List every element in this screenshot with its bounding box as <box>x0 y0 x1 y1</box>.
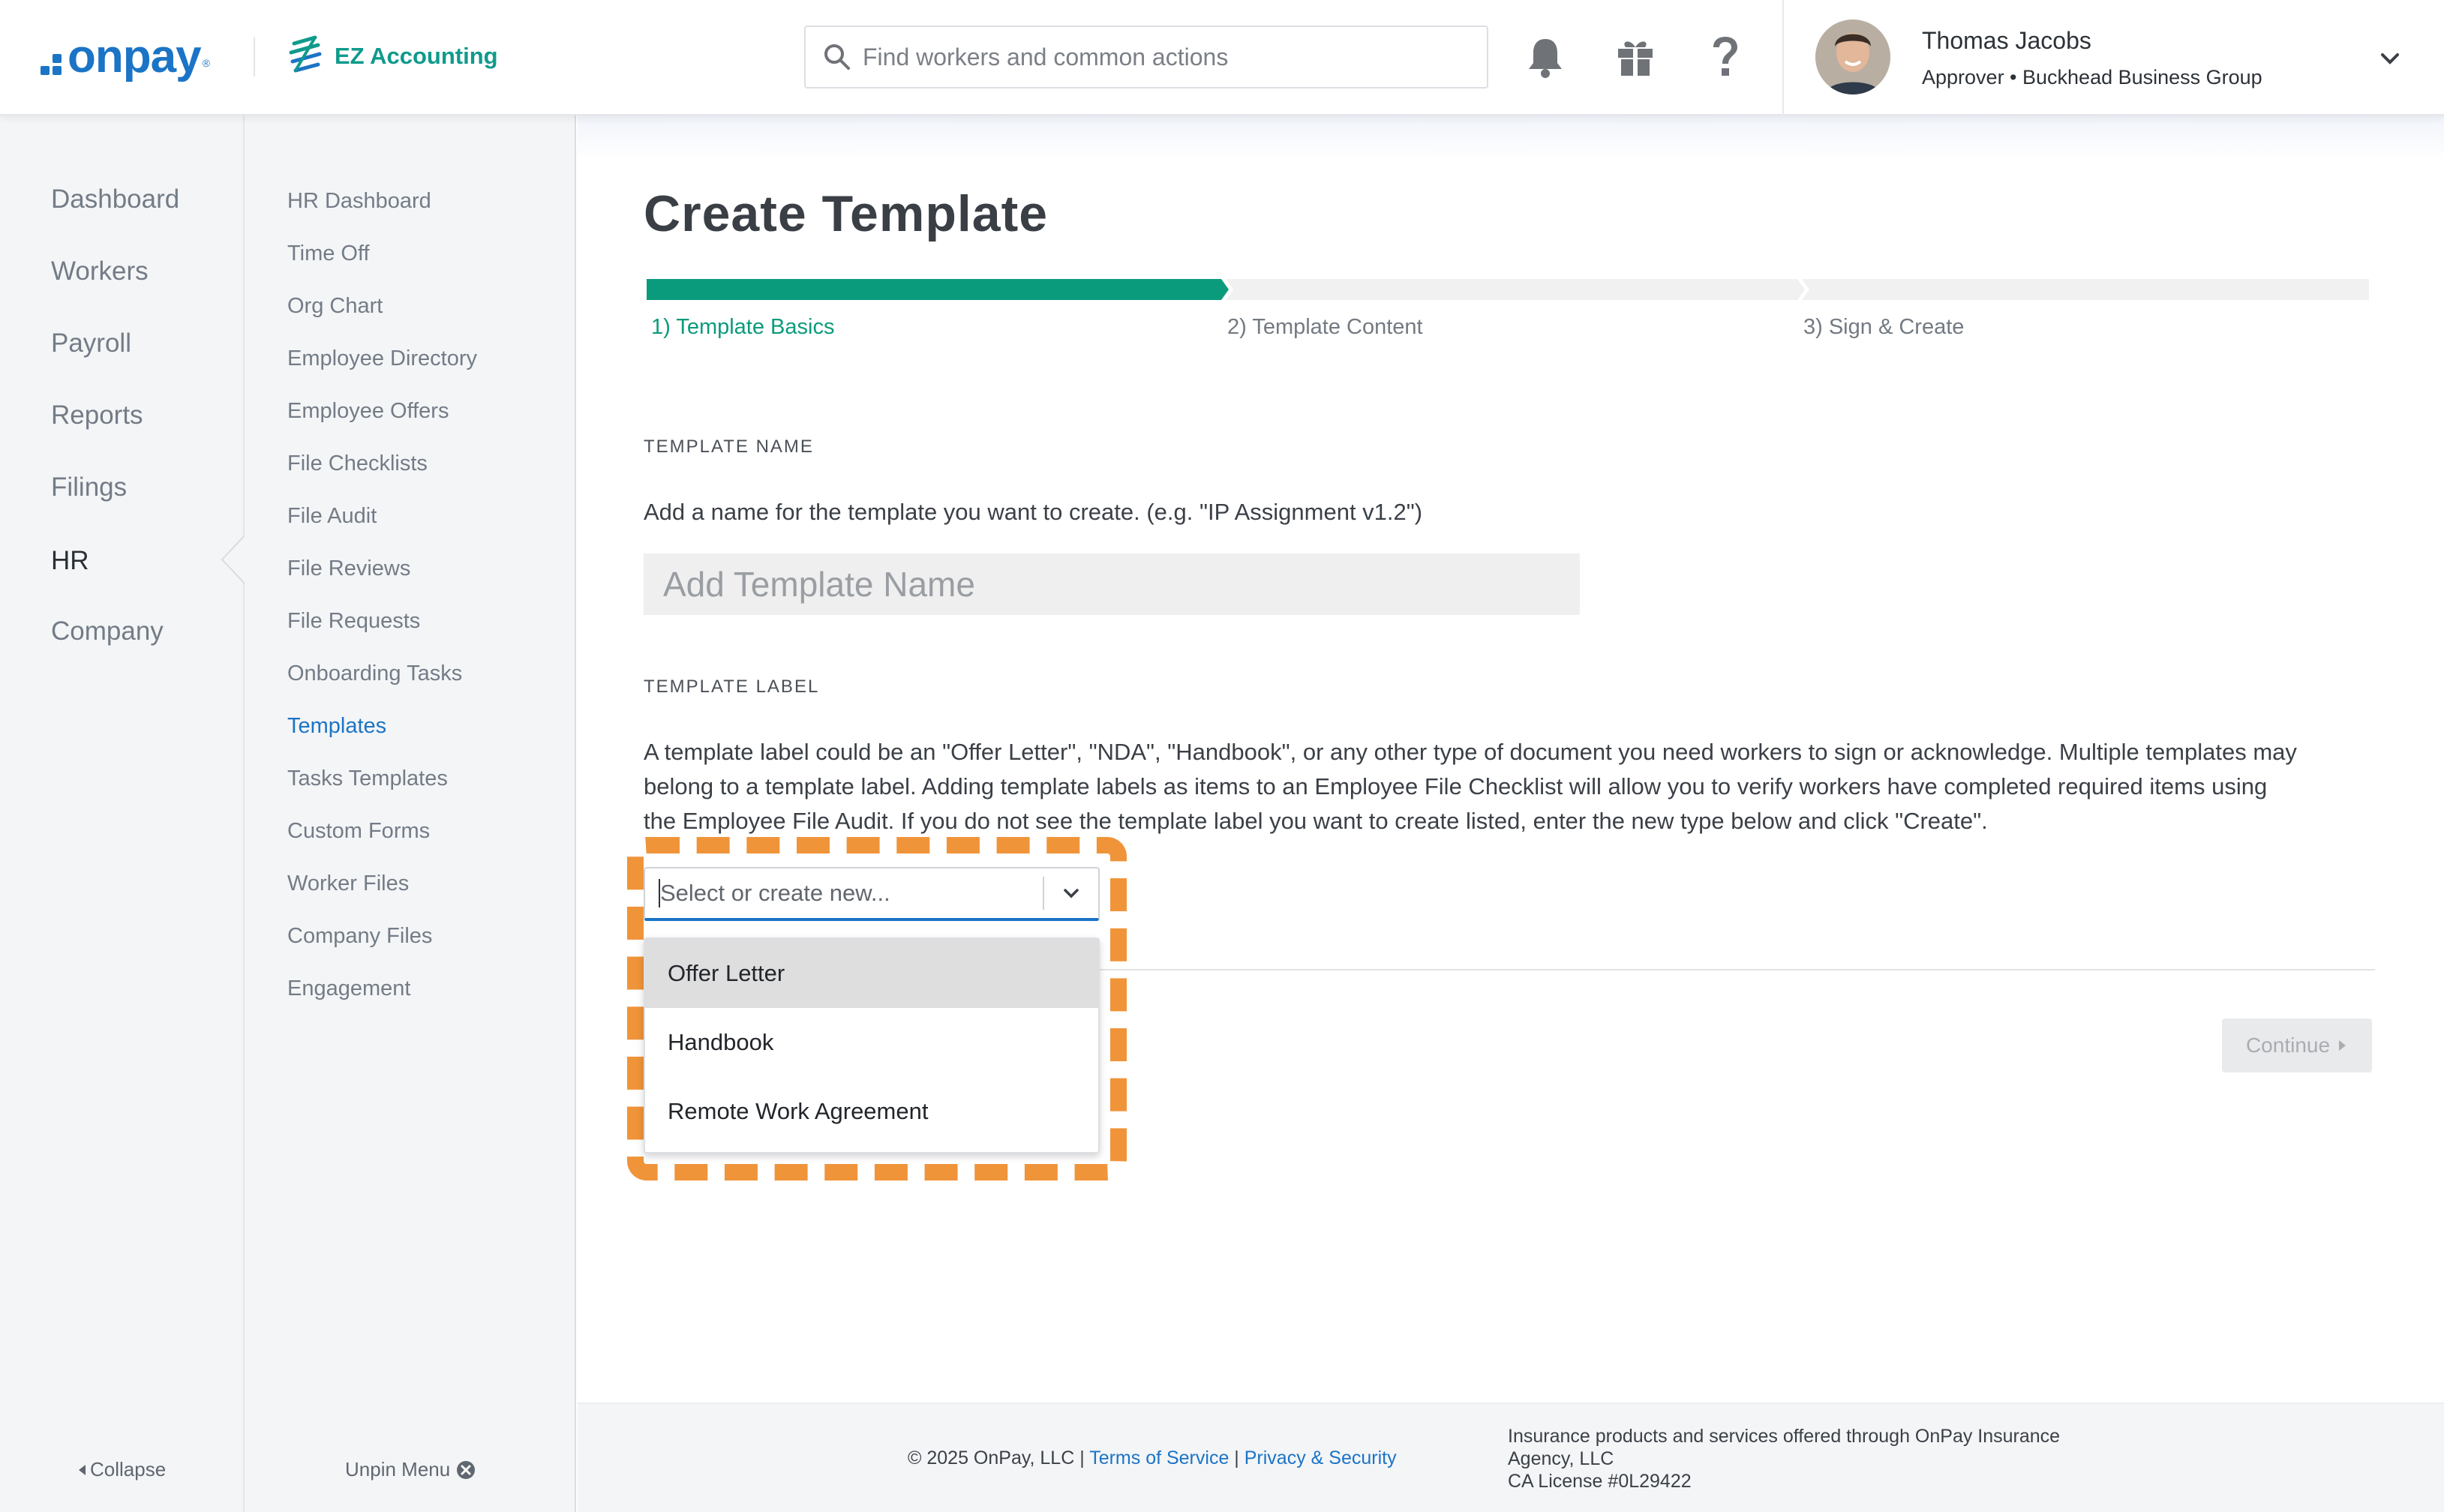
nav-dashboard[interactable]: Dashboard <box>51 184 179 214</box>
onpay-logo-reg: ® <box>202 57 210 69</box>
nav-payroll[interactable]: Payroll <box>51 328 131 358</box>
chevron-down-icon[interactable] <box>2376 45 2403 72</box>
onpay-logo[interactable]: onpay ® <box>41 30 210 82</box>
main-top-shade <box>578 116 2444 160</box>
subnav-file-requests[interactable]: File Requests <box>287 609 420 634</box>
close-circle-icon <box>457 1460 476 1479</box>
user-role: Approver • Buckhead Business Group <box>1922 66 2262 88</box>
footer-copyright: © 2025 OnPay, LLC | Terms of Service | P… <box>908 1448 1397 1469</box>
privacy-link[interactable]: Privacy & Security <box>1245 1448 1397 1468</box>
form-divider <box>1098 969 2375 970</box>
template-name-input[interactable] <box>644 554 1580 615</box>
ez-accounting-logo-icon <box>289 35 322 73</box>
subnav-file-checklists[interactable]: File Checklists <box>287 452 428 476</box>
template-name-heading: TEMPLATE NAME <box>644 436 814 457</box>
template-label-select[interactable]: Select or create new... <box>644 867 1100 921</box>
user-photo <box>1815 20 1890 94</box>
user-name: Thomas Jacobs <box>1922 27 2091 54</box>
subnav-file-reviews[interactable]: File Reviews <box>287 556 410 581</box>
nav-workers[interactable]: Workers <box>51 256 149 286</box>
continue-button[interactable]: Continue <box>2222 1018 2372 1072</box>
insurance-disclaimer: Insurance products and services offered … <box>1508 1425 2060 1492</box>
step-template-content: 2) Template Content <box>1227 315 1423 339</box>
subnav-onboarding-tasks[interactable]: Onboarding Tasks <box>287 662 462 686</box>
chevron-down-icon <box>1064 889 1079 898</box>
subnav-engagement[interactable]: Engagement <box>287 976 410 1001</box>
progress-stepper <box>647 279 2369 300</box>
unpin-menu-button[interactable]: Unpin Menu <box>345 1458 476 1481</box>
search-input[interactable] <box>863 43 1463 71</box>
bell-icon <box>1529 39 1562 78</box>
partner-logo: EZ Accounting <box>285 33 498 80</box>
step-sign-create: 3) Sign & Create <box>1803 315 1965 339</box>
insurance-line-2: Agency, LLC <box>1508 1448 1614 1469</box>
primary-sidebar <box>0 116 245 1512</box>
option-offer-letter[interactable]: Offer Letter <box>645 939 1098 1008</box>
terms-link[interactable]: Terms of Service <box>1089 1448 1229 1468</box>
page-title: Create Template <box>644 185 1049 242</box>
option-handbook[interactable]: Handbook <box>645 1008 1098 1077</box>
secondary-sidebar <box>245 116 576 1512</box>
partner-logo-text: EZ Accounting <box>335 43 498 69</box>
select-toggle[interactable] <box>1044 868 1098 919</box>
subnav-org-chart[interactable]: Org Chart <box>287 294 383 319</box>
option-remote-work-agreement[interactable]: Remote Work Agreement <box>645 1077 1098 1146</box>
onpay-logo-text: onpay <box>68 30 202 82</box>
subnav-employee-directory[interactable]: Employee Directory <box>287 346 477 371</box>
caret-right-icon <box>2339 1040 2346 1051</box>
nav-hr[interactable]: HR <box>51 546 89 576</box>
collapse-button[interactable]: Collapse <box>77 1458 166 1481</box>
logo-divider <box>254 38 255 76</box>
subnav-templates[interactable]: Templates <box>287 714 386 739</box>
insurance-line-1: Insurance products and services offered … <box>1508 1426 2061 1447</box>
collapse-label: Collapse <box>90 1458 167 1480</box>
search-icon <box>824 44 850 70</box>
template-label-options: Offer Letter Handbook Remote Work Agreem… <box>644 938 1100 1154</box>
onpay-logo-dots <box>41 54 62 75</box>
subnav-employee-offers[interactable]: Employee Offers <box>287 399 449 424</box>
template-label-help-line1: A template label could be an "Offer Lett… <box>644 739 2297 765</box>
footer-separator: | <box>1229 1448 1245 1468</box>
copyright-text: © 2025 OnPay, LLC | <box>908 1448 1090 1468</box>
template-label-help-line2: belong to a template label. Adding templ… <box>644 773 2268 800</box>
nav-company[interactable]: Company <box>51 616 164 646</box>
search-box[interactable] <box>804 26 1488 88</box>
subnav-file-audit[interactable]: File Audit <box>287 504 377 529</box>
continue-label: Continue <box>2245 1034 2331 1057</box>
help-button[interactable] <box>1703 34 1748 80</box>
subnav-tasks-templates[interactable]: Tasks Templates <box>287 766 448 791</box>
top-header: onpay ® EZ Accounting Find workers and c… <box>0 0 2444 116</box>
caret-left-icon <box>79 1464 86 1475</box>
gift-button[interactable] <box>1613 34 1658 80</box>
template-label-select-placeholder[interactable]: Select or create new... <box>660 880 1043 907</box>
gift-icon <box>1618 41 1653 77</box>
subnav-time-off[interactable]: Time Off <box>287 242 370 266</box>
notifications-button[interactable] <box>1523 34 1568 80</box>
header-separator <box>1782 0 1784 116</box>
unpin-menu-label: Unpin Menu <box>345 1458 451 1480</box>
nav-reports[interactable]: Reports <box>51 400 143 430</box>
subnav-worker-files[interactable]: Worker Files <box>287 872 409 896</box>
help-icon <box>1713 37 1737 76</box>
template-name-help: Add a name for the template you want to … <box>644 499 1423 525</box>
template-label-help-line3: the Employee File Audit. If you do not s… <box>644 808 1988 834</box>
subnav-company-files[interactable]: Company Files <box>287 924 432 949</box>
nav-filings[interactable]: Filings <box>51 472 127 502</box>
template-label-heading: TEMPLATE LABEL <box>644 676 820 697</box>
insurance-line-3: CA License #0L29422 <box>1508 1471 1692 1492</box>
active-nav-pointer <box>221 534 246 585</box>
subnav-hr-dashboard[interactable]: HR Dashboard <box>287 189 431 214</box>
avatar[interactable] <box>1815 20 1890 94</box>
subnav-custom-forms[interactable]: Custom Forms <box>287 819 430 844</box>
step-template-basics: 1) Template Basics <box>651 315 835 339</box>
